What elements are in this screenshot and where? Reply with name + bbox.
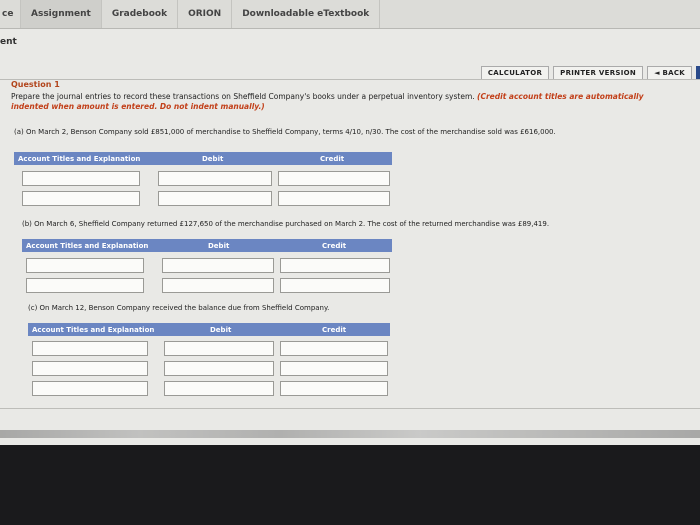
debit-input[interactable] <box>162 258 274 273</box>
footer-strip <box>0 430 700 438</box>
part-c-prompt: (c) On March 12, Benson Company received… <box>28 304 330 312</box>
credit-input[interactable] <box>280 341 388 356</box>
question-instructions: Prepare the journal entries to record th… <box>11 92 700 112</box>
printer-version-button[interactable]: PRINTER VERSION <box>553 66 644 80</box>
table-row <box>28 361 390 381</box>
table-header: Account Titles and Explanation Debit Cre… <box>22 239 392 252</box>
account-title-input[interactable] <box>22 171 140 186</box>
toolbar: CALCULATOR PRINTER VERSION ◄ BACK <box>480 66 700 80</box>
account-title-input[interactable] <box>26 278 144 293</box>
panel-divider <box>0 79 700 80</box>
account-title-input[interactable] <box>26 258 144 273</box>
instruction-note-1: (Credit account titles are automatically <box>477 92 644 101</box>
table-header: Account Titles and Explanation Debit Cre… <box>14 152 392 165</box>
tab-gradebook[interactable]: Gradebook <box>102 0 179 28</box>
table-row <box>14 171 392 191</box>
instruction-text: Prepare the journal entries to record th… <box>11 92 475 101</box>
debit-input[interactable] <box>164 381 274 396</box>
divider <box>0 408 700 409</box>
account-title-input[interactable] <box>32 361 148 376</box>
journal-table-b: Account Titles and Explanation Debit Cre… <box>22 239 392 298</box>
debit-input[interactable] <box>164 341 274 356</box>
screen: ce Assignment Gradebook ORION Downloadab… <box>0 0 700 445</box>
tab-orion[interactable]: ORION <box>178 0 233 28</box>
credit-input[interactable] <box>280 258 390 273</box>
credit-input[interactable] <box>278 171 390 186</box>
header-debit: Debit <box>210 325 232 334</box>
table-row <box>22 278 392 298</box>
table-header: Account Titles and Explanation Debit Cre… <box>28 323 390 336</box>
debit-input[interactable] <box>164 361 274 376</box>
header-account: Account Titles and Explanation <box>26 241 149 250</box>
journal-table-c: Account Titles and Explanation Debit Cre… <box>28 323 390 401</box>
journal-table-a: Account Titles and Explanation Debit Cre… <box>14 152 392 211</box>
question-title: Question 1 <box>11 80 60 89</box>
debit-input[interactable] <box>162 278 274 293</box>
tab-bar: ce Assignment Gradebook ORION Downloadab… <box>0 0 700 29</box>
table-row <box>22 258 392 278</box>
account-title-input[interactable] <box>32 381 148 396</box>
instruction-note-2: indented when amount is entered. Do not … <box>11 102 265 111</box>
header-account: Account Titles and Explanation <box>18 154 141 163</box>
section-title: ent <box>0 37 17 47</box>
table-row <box>14 191 392 211</box>
header-debit: Debit <box>208 241 230 250</box>
debit-input[interactable] <box>158 171 272 186</box>
table-row <box>28 341 390 361</box>
tab-assignment[interactable]: Assignment <box>21 0 102 28</box>
header-credit: Credit <box>322 325 347 334</box>
header-account: Account Titles and Explanation <box>32 325 155 334</box>
calculator-button[interactable]: CALCULATOR <box>480 66 550 80</box>
header-credit: Credit <box>322 241 347 250</box>
credit-input[interactable] <box>280 278 390 293</box>
back-button[interactable]: ◄ BACK <box>647 66 692 80</box>
header-debit: Debit <box>202 154 224 163</box>
account-title-input[interactable] <box>22 191 140 206</box>
credit-input[interactable] <box>278 191 390 206</box>
account-title-input[interactable] <box>32 341 148 356</box>
header-credit: Credit <box>320 154 345 163</box>
next-button[interactable] <box>696 66 700 80</box>
part-a-prompt: (a) On March 2, Benson Company sold £851… <box>14 128 556 136</box>
debit-input[interactable] <box>158 191 272 206</box>
credit-input[interactable] <box>280 381 388 396</box>
part-b-prompt: (b) On March 6, Sheffield Company return… <box>22 220 550 228</box>
tab-etextbook[interactable]: Downloadable eTextbook <box>232 0 381 28</box>
tab-partial[interactable]: ce <box>0 0 21 28</box>
table-row <box>28 381 390 401</box>
credit-input[interactable] <box>280 361 388 376</box>
